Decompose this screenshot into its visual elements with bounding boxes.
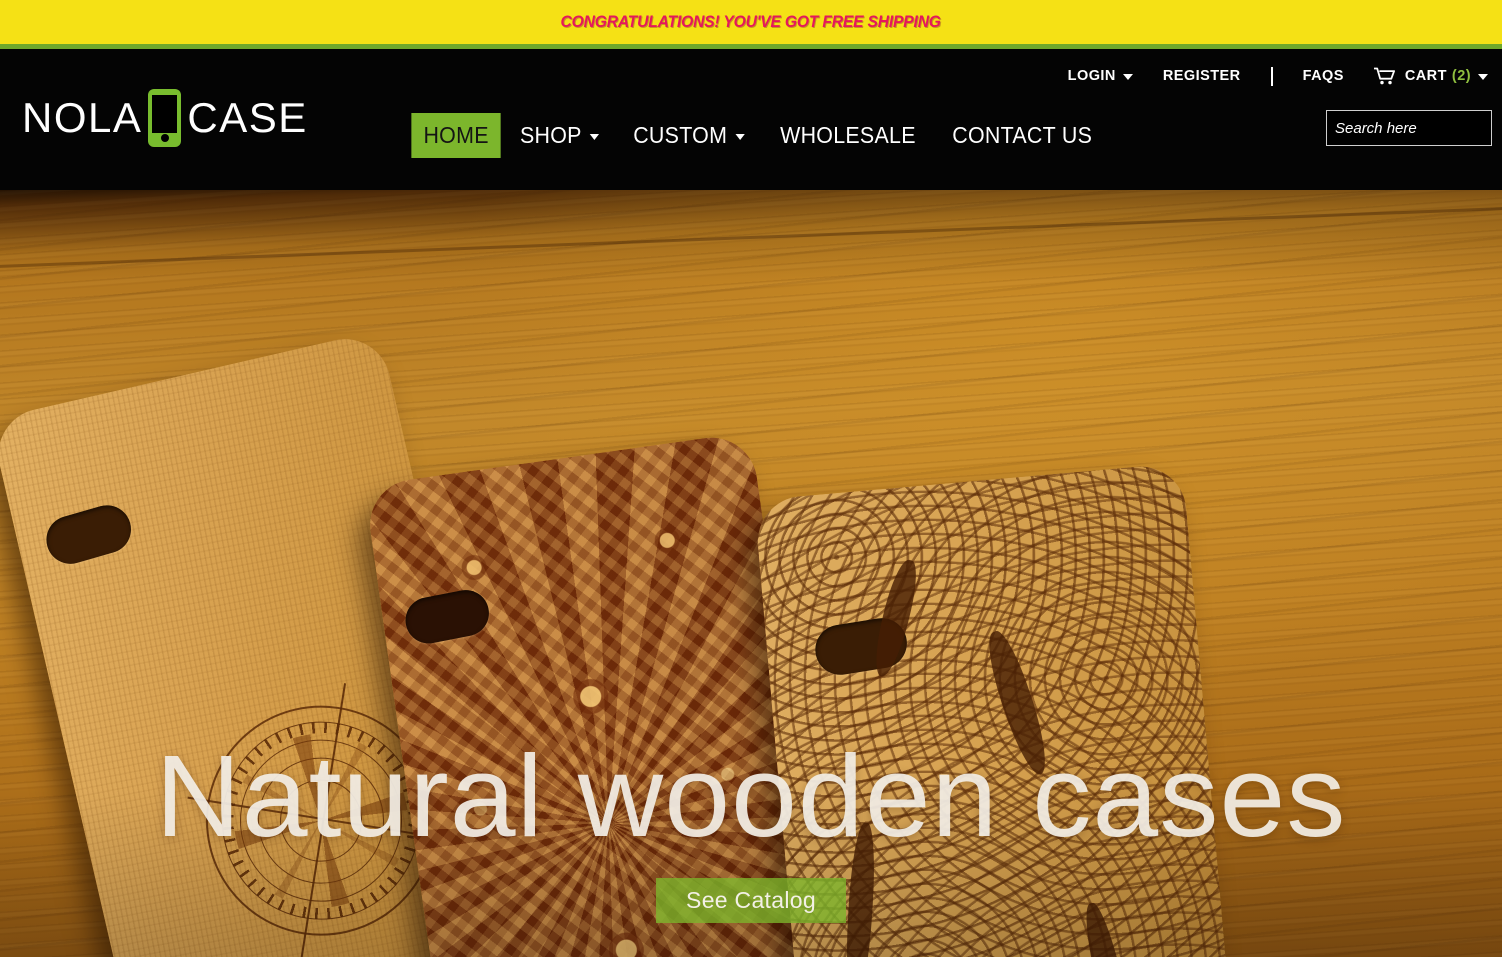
main-navigation: HOME SHOP CUSTOM WHOLESALE CONTACT US [0, 112, 1502, 158]
register-link[interactable]: REGISTER [1163, 68, 1241, 84]
utility-nav-divider [1270, 66, 1273, 86]
utility-nav: LOGIN REGISTER FAQS CART (2) [1068, 63, 1488, 89]
cart-count: (2) [1451, 68, 1471, 84]
cart-label: CART [1404, 68, 1447, 84]
login-label: LOGIN [1067, 68, 1116, 84]
nav-label-shop: SHOP [520, 121, 582, 148]
hero-content: Natural wooden cases See Catalog [0, 190, 1502, 957]
site-header: LOGIN REGISTER FAQS CART (2) NOLA CASE H… [0, 49, 1502, 190]
nav-item-custom[interactable]: CUSTOM [621, 113, 757, 158]
register-label: REGISTER [1162, 68, 1241, 84]
nav-label-custom: CUSTOM [632, 121, 727, 148]
free-shipping-message: CONGRATULATIONS! YOU'VE GOT FREE SHIPPIN… [560, 12, 942, 31]
free-shipping-banner: CONGRATULATIONS! YOU'VE GOT FREE SHIPPIN… [0, 0, 1502, 44]
chevron-down-icon [1122, 74, 1133, 80]
nav-item-contact-us[interactable]: CONTACT US [940, 113, 1104, 158]
nav-item-shop[interactable]: SHOP [508, 113, 612, 158]
hero-title: Natural wooden cases [155, 731, 1347, 861]
faqs-link[interactable]: FAQS [1303, 68, 1344, 84]
chevron-down-icon [1478, 74, 1488, 80]
login-menu[interactable]: LOGIN [1068, 68, 1133, 84]
chevron-down-icon [735, 134, 745, 140]
nav-label-contact-us: CONTACT US [951, 121, 1092, 148]
faqs-label: FAQS [1302, 68, 1344, 84]
nav-label-wholesale: WHOLESALE [779, 121, 916, 148]
nav-item-home[interactable]: HOME [411, 112, 501, 158]
cart-icon [1373, 67, 1396, 85]
search-box [1326, 110, 1502, 146]
hero-banner: Natural wooden cases See Catalog [0, 190, 1502, 957]
chevron-down-icon [590, 134, 600, 140]
nav-item-wholesale[interactable]: WHOLESALE [768, 113, 928, 158]
cart-menu[interactable]: CART (2) [1373, 67, 1488, 85]
see-catalog-button[interactable]: See Catalog [656, 878, 846, 923]
nav-label-home: HOME [423, 121, 489, 148]
search-input[interactable] [1327, 119, 1502, 137]
